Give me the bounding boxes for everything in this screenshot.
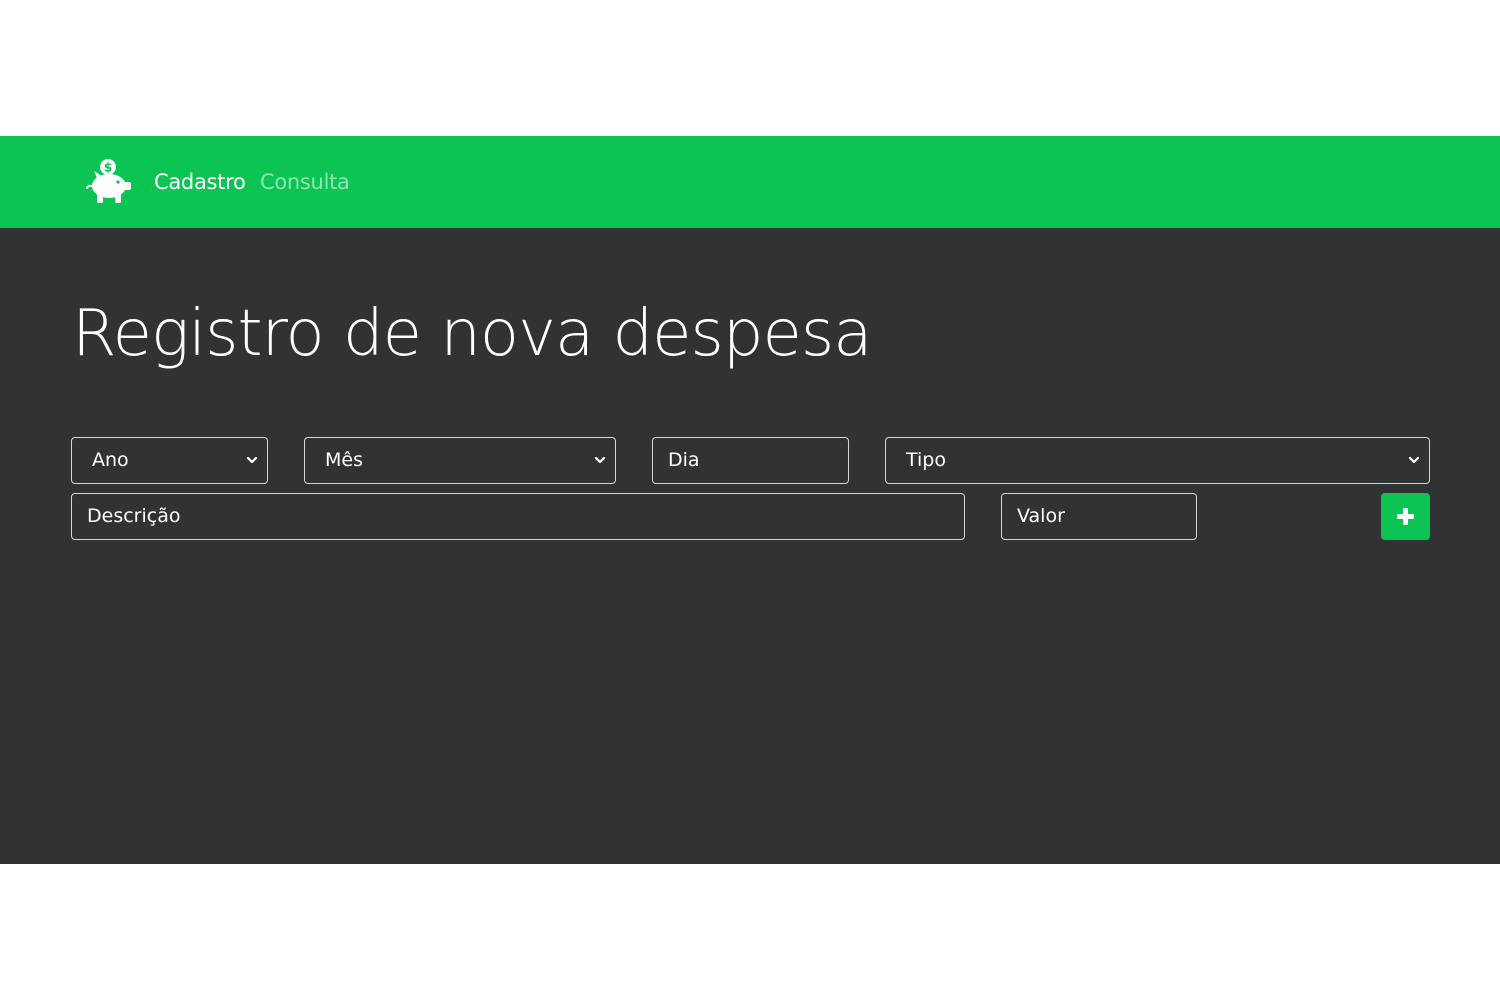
dia-input[interactable]: Dia [652, 437, 849, 484]
nav-link-consulta[interactable]: Consulta [260, 169, 350, 195]
svg-text:$: $ [104, 161, 112, 175]
nav-link-cadastro[interactable]: Cadastro [154, 169, 246, 195]
ano-select-value: Ano [92, 449, 129, 471]
ano-select[interactable]: Ano [71, 437, 268, 484]
descricao-input-placeholder: Descrição [87, 505, 181, 527]
descricao-input[interactable]: Descrição [71, 493, 965, 540]
plus-icon [1397, 508, 1414, 525]
page-title: Registro de nova despesa [72, 297, 872, 371]
chevron-down-icon [246, 456, 258, 464]
chevron-down-icon [594, 456, 606, 464]
mes-select-value: Mês [325, 449, 363, 471]
chevron-down-icon [1408, 456, 1420, 464]
dia-input-placeholder: Dia [668, 449, 700, 471]
mes-select[interactable]: Mês [304, 437, 616, 484]
app-container: $ Cadastro Consulta Registro de nova des… [0, 136, 1500, 864]
valor-input[interactable]: Valor [1001, 493, 1197, 540]
piggy-bank-icon[interactable]: $ [84, 156, 134, 206]
navbar: $ Cadastro Consulta [0, 136, 1500, 228]
add-expense-button[interactable] [1381, 493, 1430, 540]
tipo-select-value: Tipo [906, 449, 946, 471]
tipo-select[interactable]: Tipo [885, 437, 1430, 484]
valor-input-placeholder: Valor [1017, 505, 1065, 527]
